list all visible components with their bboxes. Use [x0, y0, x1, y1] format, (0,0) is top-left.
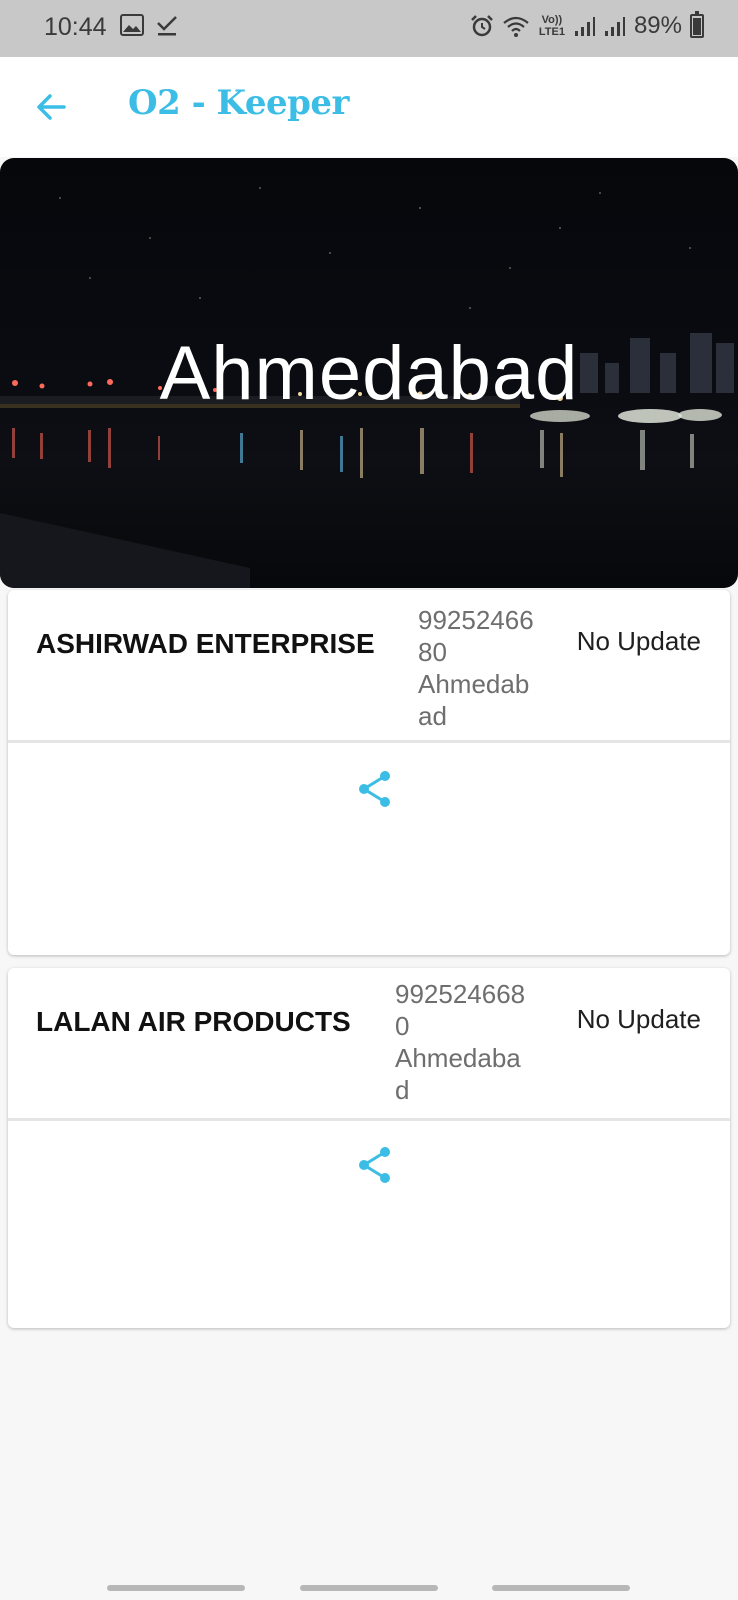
company-name: LALAN AIR PRODUCTS: [36, 1006, 351, 1037]
contact-info: 9925246680 Ahmedabad: [418, 604, 538, 732]
divider: [8, 1118, 730, 1121]
alarm-icon: [471, 15, 493, 37]
phone-number: 9925246680: [395, 979, 526, 1041]
card-header[interactable]: ASHIRWAD ENTERPRISE 9925246680 Ahmedabad…: [8, 590, 730, 740]
company-name: ASHIRWAD ENTERPRISE: [36, 628, 375, 659]
battery-icon: [690, 11, 704, 38]
gallery-icon: [120, 14, 144, 36]
checkmark-icon: [157, 16, 177, 36]
app-title: O2 - Keeper: [128, 83, 349, 123]
status-label: No Update: [576, 626, 701, 656]
system-nav-bar: [0, 1560, 738, 1600]
volte-label: Vo)) LTE1: [538, 14, 565, 38]
location: Ahmedabad: [418, 669, 530, 731]
signal-icon: [574, 17, 595, 36]
wifi-icon: [503, 16, 529, 37]
status-bar: 10:44 Vo)) LTE1 89%: [0, 0, 738, 57]
share-icon[interactable]: [351, 765, 399, 813]
card-header[interactable]: LALAN AIR PRODUCTS 9925246680 Ahmedabad …: [8, 968, 730, 1118]
contact-info: 9925246680 Ahmedabad: [395, 978, 535, 1106]
back-button[interactable]: [492, 1585, 630, 1591]
back-arrow-icon[interactable]: [30, 85, 74, 129]
home-button[interactable]: [300, 1585, 438, 1591]
battery-percent: 89%: [633, 12, 682, 39]
divider: [8, 740, 730, 743]
location: Ahmedabad: [395, 1043, 521, 1105]
recent-apps-button[interactable]: [107, 1585, 245, 1591]
signal-icon-2: [604, 17, 625, 36]
status-time: 10:44: [44, 13, 107, 41]
phone-number: 9925246680: [418, 605, 534, 667]
app-bar: O2 - Keeper: [0, 57, 738, 157]
city-banner: Ahmedabad: [0, 158, 738, 588]
city-title: Ahmedabad: [159, 331, 579, 416]
company-card: ASHIRWAD ENTERPRISE 9925246680 Ahmedabad…: [8, 590, 730, 955]
status-label: No Update: [576, 1004, 701, 1034]
share-icon[interactable]: [351, 1141, 399, 1189]
company-card: LALAN AIR PRODUCTS 9925246680 Ahmedabad …: [8, 968, 730, 1328]
